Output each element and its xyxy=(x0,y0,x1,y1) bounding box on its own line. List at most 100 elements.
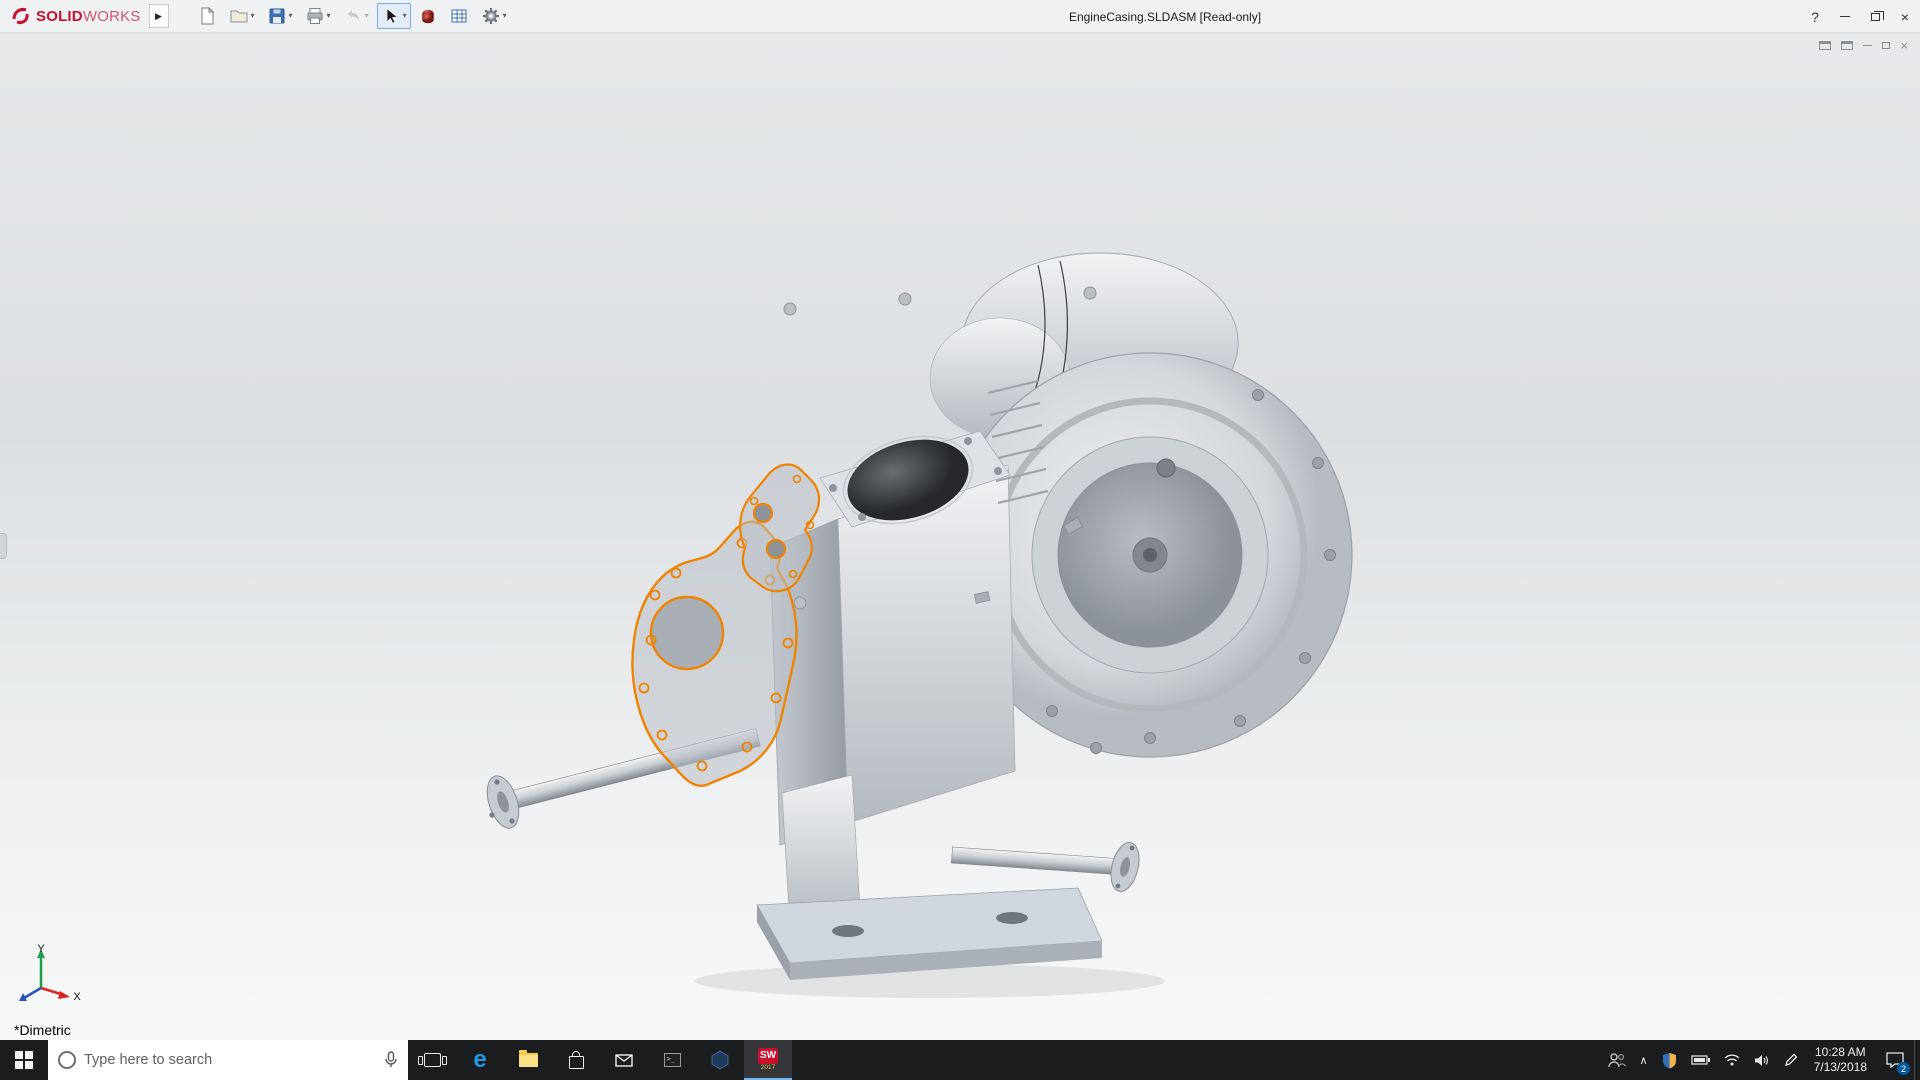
new-document-icon xyxy=(201,6,214,25)
defender-shield-icon xyxy=(1662,1052,1676,1068)
brand-solid: SOLID xyxy=(36,7,83,25)
print-dropdown-arrow[interactable]: ▾ xyxy=(327,12,331,20)
window-controls: ? × xyxy=(1800,0,1920,33)
microphone-icon[interactable] xyxy=(384,1051,398,1069)
save-button[interactable]: ▾ xyxy=(263,3,297,29)
undo-dropdown-arrow[interactable]: ▾ xyxy=(365,12,369,20)
taskbar-clock[interactable]: 10:28 AM 7/13/2018 xyxy=(1805,1040,1876,1080)
save-icon xyxy=(269,8,285,24)
notification-badge: 2 xyxy=(1897,1062,1910,1075)
volume-button[interactable] xyxy=(1747,1040,1777,1080)
solidworks-2017-icon: SW 2017 xyxy=(758,1048,778,1072)
sw-year-label: 2017 xyxy=(760,1064,776,1072)
save-dropdown-arrow[interactable]: ▾ xyxy=(289,12,293,20)
hexagon-app-button[interactable] xyxy=(696,1040,744,1080)
tile-window-icon[interactable] xyxy=(1841,41,1854,50)
edge-button[interactable]: e xyxy=(456,1040,504,1080)
close-icon: × xyxy=(1900,8,1910,25)
brand-works: WORKS xyxy=(82,7,141,25)
open-folder-icon xyxy=(230,10,248,23)
undo-icon xyxy=(347,10,359,21)
taskbar-search[interactable] xyxy=(48,1040,408,1080)
view-orientation-label: *Dimetric xyxy=(14,1022,71,1038)
action-center-button[interactable]: 2 xyxy=(1876,1040,1914,1080)
people-icon xyxy=(1607,1053,1626,1068)
task-view-button[interactable] xyxy=(408,1040,456,1080)
solidworks-window: SOLIDWORKS ▶ ▾ ▾ ▾ ▾ ▾ ▾ EngineCasing.SL… xyxy=(0,0,1920,1080)
battery-icon xyxy=(1691,1055,1710,1065)
windows-taskbar: e >_ SW 2017 xyxy=(0,1040,1920,1080)
graphics-viewport[interactable]: × Y X *Dimetric xyxy=(0,33,1920,1040)
axis-y-label: Y xyxy=(37,943,45,955)
feature-manager-collapsed-tab[interactable] xyxy=(0,533,7,559)
clock-date: 7/13/2018 xyxy=(1813,1060,1867,1074)
print-icon xyxy=(307,8,323,24)
undo-button[interactable]: ▾ xyxy=(339,3,373,29)
select-dropdown-arrow[interactable]: ▾ xyxy=(403,12,407,20)
brand-text: SOLIDWORKS xyxy=(36,8,141,25)
restore-icon xyxy=(1870,10,1884,21)
quick-access-toolbar: ▾ ▾ ▾ ▾ ▾ ▾ xyxy=(193,3,511,29)
expand-arrow-icon: ▶ xyxy=(155,10,162,21)
pen-icon xyxy=(1784,1053,1798,1066)
solidworks-taskbar-button[interactable]: SW 2017 xyxy=(744,1040,792,1080)
network-button[interactable] xyxy=(1717,1040,1747,1080)
file-explorer-button[interactable] xyxy=(504,1040,552,1080)
select-cursor-icon xyxy=(386,7,398,24)
new-document-button[interactable] xyxy=(193,3,221,29)
select-tool-button[interactable]: ▾ xyxy=(376,3,411,29)
engine-casing-model xyxy=(486,252,1353,998)
file-explorer-icon xyxy=(518,1050,538,1067)
windows-ink-button[interactable] xyxy=(1777,1040,1805,1080)
hidden-icons-button[interactable]: ∧ xyxy=(1633,1040,1655,1080)
mail-envelope-icon xyxy=(615,1053,633,1067)
minimize-icon xyxy=(1840,16,1850,17)
minimize-button[interactable] xyxy=(1830,0,1860,33)
axis-x-label: X xyxy=(73,991,81,1003)
appearance-icon xyxy=(421,10,434,24)
start-button[interactable] xyxy=(0,1040,48,1080)
cortana-icon xyxy=(58,1051,76,1069)
orientation-triad[interactable]: Y X xyxy=(14,942,84,1004)
doc-close-icon[interactable]: × xyxy=(1900,39,1908,52)
gear-icon xyxy=(482,8,499,24)
search-input[interactable] xyxy=(84,1052,376,1068)
console-icon: >_ xyxy=(663,1053,681,1067)
restore-button[interactable] xyxy=(1860,0,1890,33)
solidworks-logo: SOLIDWORKS xyxy=(0,6,149,26)
new-window-icon[interactable] xyxy=(1819,41,1832,50)
chevron-up-icon: ∧ xyxy=(1639,1054,1648,1067)
doc-minimize-icon[interactable] xyxy=(1863,45,1873,46)
console-button[interactable]: >_ xyxy=(648,1040,696,1080)
defender-button[interactable] xyxy=(1655,1040,1684,1080)
spreadsheet-icon xyxy=(451,9,467,23)
options-dropdown-arrow[interactable]: ▾ xyxy=(503,12,507,20)
battery-button[interactable] xyxy=(1684,1040,1717,1080)
print-button[interactable]: ▾ xyxy=(301,3,335,29)
help-icon: ? xyxy=(1811,8,1819,25)
task-view-icon xyxy=(417,1053,447,1067)
title-bar: SOLIDWORKS ▶ ▾ ▾ ▾ ▾ ▾ ▾ EngineCasing.SL… xyxy=(0,0,1920,33)
options-button[interactable]: ▾ xyxy=(477,3,511,29)
open-button[interactable]: ▾ xyxy=(225,3,259,29)
wifi-icon xyxy=(1724,1054,1740,1066)
people-button[interactable] xyxy=(1601,1040,1633,1080)
document-window-controls: × xyxy=(1819,39,1908,52)
system-tray: ∧ 10:28 AM 7/13/2018 2 xyxy=(1601,1040,1920,1080)
close-button[interactable]: × xyxy=(1890,0,1920,33)
design-table-button[interactable] xyxy=(445,3,473,29)
help-button[interactable]: ? xyxy=(1800,0,1830,33)
menu-expand-button[interactable]: ▶ xyxy=(148,4,169,28)
ds-logo-icon xyxy=(12,8,29,24)
appearance-button[interactable] xyxy=(415,3,441,29)
store-bag-icon xyxy=(568,1050,584,1069)
mail-button[interactable] xyxy=(600,1040,648,1080)
speaker-icon xyxy=(1754,1054,1768,1066)
hexagon-icon xyxy=(711,1050,729,1070)
doc-restore-icon[interactable] xyxy=(1882,42,1891,49)
store-button[interactable] xyxy=(552,1040,600,1080)
open-dropdown-arrow[interactable]: ▾ xyxy=(251,12,255,20)
show-desktop-button[interactable] xyxy=(1914,1040,1920,1080)
windows-logo-icon xyxy=(15,1051,33,1069)
window-title: EngineCasing.SLDASM [Read-only] xyxy=(1068,9,1262,24)
